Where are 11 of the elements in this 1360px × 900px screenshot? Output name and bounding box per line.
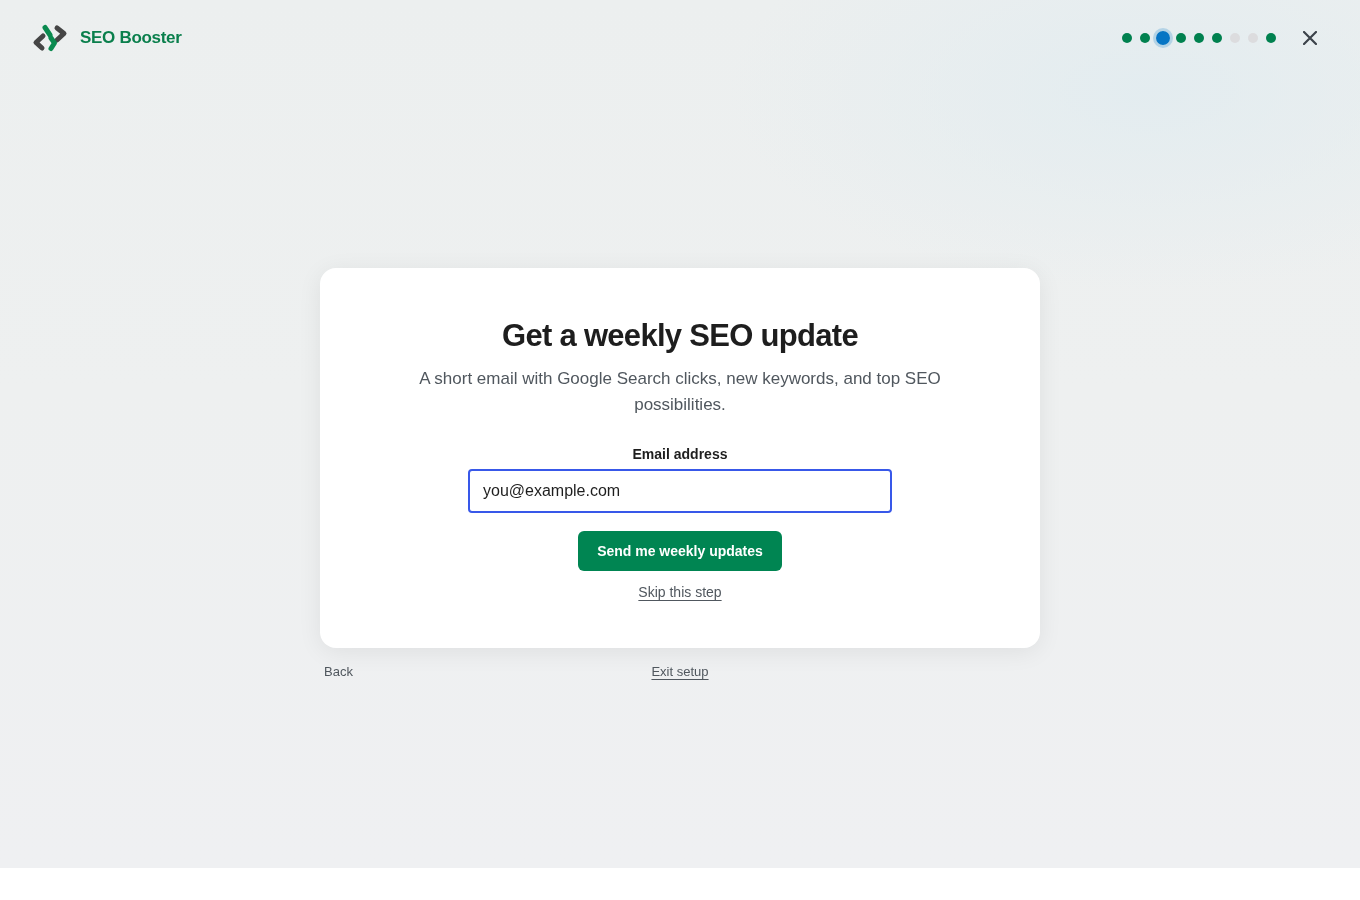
back-link[interactable]: Back: [324, 662, 353, 682]
card-description: A short email with Google Search clicks, new keywords, and top SEO possibilities.: [418, 368, 942, 416]
logo-icon: [32, 24, 68, 52]
close-icon: [1303, 31, 1317, 45]
card-title: Get a weekly SEO update: [500, 317, 859, 355]
brand-name: SEO Booster: [80, 27, 182, 49]
send-updates-button[interactable]: Send me weekly updates: [578, 531, 782, 571]
exit-setup-link[interactable]: Exit setup: [651, 662, 709, 682]
email-input-field[interactable]: you@example.com: [468, 469, 892, 513]
skip-step-link[interactable]: Skip this step: [638, 582, 722, 602]
email-label: Email address: [632, 445, 728, 464]
